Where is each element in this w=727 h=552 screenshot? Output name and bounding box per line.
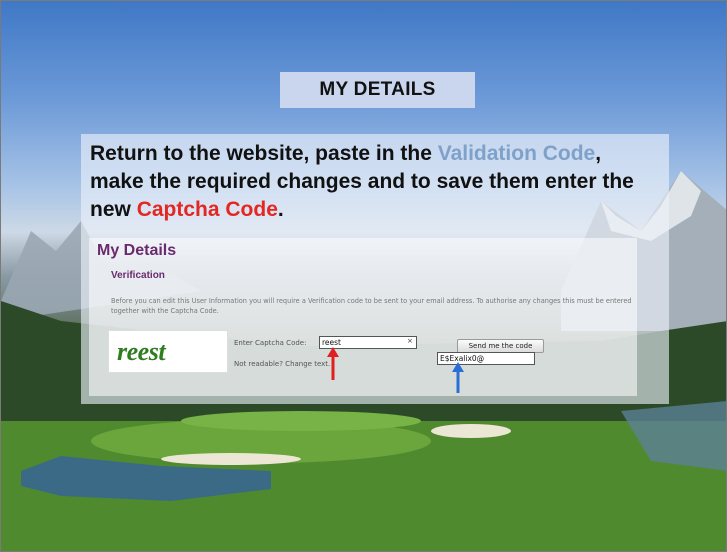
instruction-captcha-code: Captcha Code: [136, 198, 278, 221]
slide-title-box: MY DETAILS: [280, 72, 475, 108]
verification-notice: Before you can edit this User Informatio…: [111, 297, 632, 315]
send-code-button[interactable]: Send me the code: [457, 339, 544, 353]
captcha-label: Enter Captcha Code:: [234, 339, 307, 347]
instruction-text: Return to the website, paste in the Vali…: [90, 140, 660, 224]
slide-title: MY DETAILS: [319, 79, 436, 100]
captcha-image-text: reest: [117, 336, 166, 366]
instruction-part1: Return to the website, paste in the: [90, 142, 438, 165]
instruction-validation-code: Validation Code: [437, 142, 596, 165]
panel-title: My Details: [97, 242, 177, 259]
instruction-part3: .: [277, 198, 284, 221]
clear-icon[interactable]: ×: [407, 337, 413, 345]
change-text-link[interactable]: Not readable? Change text.: [234, 360, 330, 368]
blue-arrow-icon: [452, 362, 464, 393]
captcha-image: reest: [108, 330, 228, 373]
red-arrow-icon: [327, 347, 339, 380]
slide: MY DETAILS Return to the website, paste …: [0, 0, 727, 552]
verification-heading: Verification: [111, 270, 165, 281]
